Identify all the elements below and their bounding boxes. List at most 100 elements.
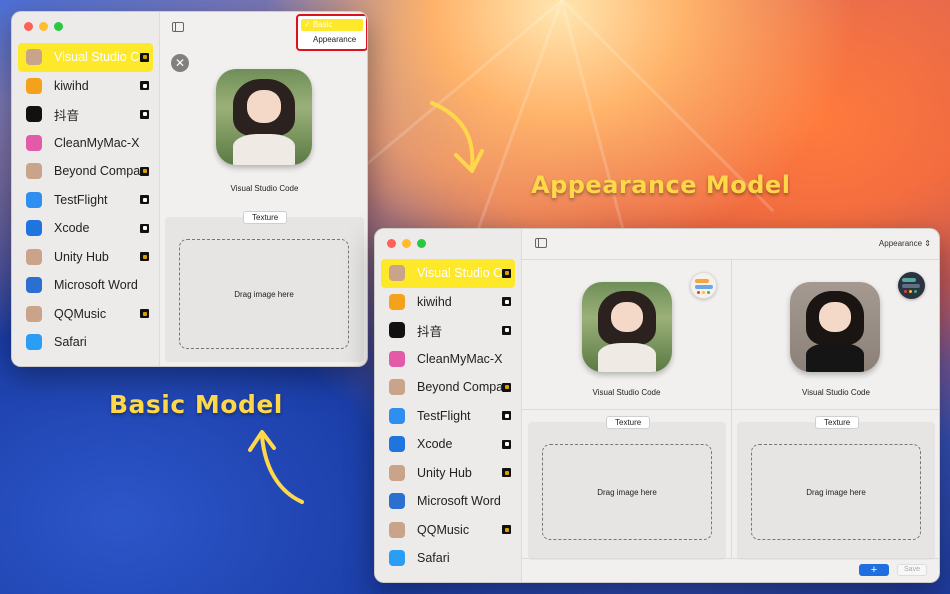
app-list-item[interactable]: Beyond Compare (381, 373, 515, 402)
content-area: Visual Studio Code Visual Studio Code Te… (522, 259, 939, 560)
app-name: TestFlight (417, 408, 471, 423)
drop-zone-text: Drag image here (597, 487, 657, 497)
app-list-item[interactable]: Safari (18, 328, 153, 357)
save-button[interactable]: Save (897, 564, 927, 576)
arrow-line-icon (260, 434, 304, 504)
basic-model-window: Visual Studio Code kiwihd 抖音 CleanMyMac-X Be… (11, 11, 368, 367)
testflight-icon (26, 191, 42, 208)
zoom-window-button[interactable] (54, 22, 63, 31)
light-appearance-icon[interactable] (690, 272, 717, 299)
close-window-button[interactable] (24, 22, 33, 31)
texture-label: Texture (606, 416, 651, 429)
preview-caption-light: Visual Studio Code (592, 388, 661, 397)
minimize-window-button[interactable] (402, 239, 411, 248)
drop-zone-text: Drag image here (806, 487, 866, 497)
app-badge-icon (140, 81, 149, 91)
cleanmymac-icon (389, 350, 405, 367)
avatar-icon (389, 464, 405, 481)
save-button-label: Save (904, 566, 920, 573)
app-name: Unity Hub (54, 249, 109, 264)
app-badge-icon (502, 411, 511, 421)
app-list-item[interactable]: TestFlight (381, 402, 515, 431)
image-drop-zone-light[interactable]: Drag image here (542, 444, 712, 540)
tiktok-icon (26, 106, 42, 123)
avatar-icon (389, 265, 405, 282)
drop-zone-text: Drag image here (234, 289, 294, 299)
avatar-icon (26, 163, 42, 180)
app-list-item[interactable]: Microsoft Word (381, 487, 515, 516)
app-list-item[interactable]: Safari (381, 544, 515, 573)
app-name: QQMusic (54, 306, 107, 321)
app-list-item[interactable]: TestFlight (18, 186, 153, 215)
app-name: QQMusic (417, 522, 470, 537)
app-name: Beyond Compare (54, 164, 144, 179)
row-divider (522, 409, 939, 410)
app-list-item[interactable]: 抖音 (18, 100, 153, 129)
texture-panel-dark: Texture Drag image here (737, 416, 935, 560)
mode-select[interactable]: Appearance ⇕ (879, 236, 931, 251)
tiktok-icon (389, 322, 405, 339)
app-badge-icon (502, 525, 511, 535)
word-icon (389, 493, 405, 510)
texture-panel-light: Texture Drag image here (528, 416, 726, 560)
app-badge-icon (140, 166, 149, 176)
arrow-to-appearance (430, 101, 484, 173)
app-name: Visual Studio Code (417, 266, 507, 281)
basic-model-label: Basic Model (109, 390, 283, 419)
app-list-item[interactable]: Microsoft Word (18, 271, 153, 300)
arrow-head-icon (454, 149, 484, 173)
image-drop-zone[interactable]: Drag image here (179, 239, 349, 349)
app-list-item[interactable]: Unity Hub (381, 459, 515, 488)
app-name: 抖音 (54, 108, 80, 123)
add-button[interactable]: + (859, 564, 889, 576)
image-drop-zone-dark[interactable]: Drag image here (751, 444, 921, 540)
app-list-item[interactable]: Beyond Compare (18, 157, 153, 186)
app-list-item[interactable]: CleanMyMac-X (18, 129, 153, 158)
app-badge-icon (502, 468, 511, 478)
texture-label: Texture (815, 416, 860, 429)
app-list-item[interactable]: QQMusic (18, 300, 153, 329)
app-list-item[interactable]: QQMusic (381, 516, 515, 545)
app-list: Visual Studio Code kiwihd 抖音 CleanMyMac-X Be… (381, 259, 515, 573)
app-list-item[interactable]: CleanMyMac-X (381, 345, 515, 374)
dark-appearance-icon[interactable] (898, 272, 925, 299)
mode-select-value: Appearance (878, 239, 923, 248)
avatar-icon (389, 379, 405, 396)
zoom-window-button[interactable] (417, 239, 426, 248)
app-list-item[interactable]: Xcode (381, 430, 515, 459)
xcode-icon (26, 220, 42, 237)
minimize-window-button[interactable] (39, 22, 48, 31)
app-name: kiwihd (54, 78, 89, 93)
app-list-item[interactable]: Xcode (18, 214, 153, 243)
preview-caption-dark: Visual Studio Code (802, 388, 870, 397)
app-list-item[interactable]: Visual Studio Code (18, 43, 153, 72)
sidebar-toggle-icon[interactable] (535, 238, 547, 248)
app-icon-preview (216, 69, 312, 165)
avatar-icon (26, 248, 42, 265)
app-badge-icon (502, 382, 511, 392)
texture-label: Texture (243, 211, 288, 224)
app-badge-icon (502, 268, 511, 278)
app-name: CleanMyMac-X (54, 135, 140, 150)
chevron-updown-icon: ⇕ (924, 239, 931, 248)
window-controls (387, 239, 426, 248)
sidebar: Visual Studio Code kiwihd 抖音 CleanMyMac-X Be… (375, 229, 522, 582)
mode-menu-item-basic[interactable]: ✓ Basic (301, 19, 363, 31)
sidebar-toggle-icon[interactable] (172, 22, 184, 32)
app-name: kiwihd (417, 294, 452, 309)
app-list-item[interactable]: 抖音 (381, 316, 515, 345)
app-list-item[interactable]: Unity Hub (18, 243, 153, 272)
mode-menu-highlight: ✓ Basic Appearance (296, 14, 367, 51)
window-controls (24, 22, 63, 31)
arrow-to-basic (248, 430, 304, 504)
preview-caption: Visual Studio Code (230, 184, 299, 193)
avatar-icon (26, 49, 42, 66)
app-badge-icon (502, 439, 511, 449)
app-list-item[interactable]: kiwihd (18, 72, 153, 101)
mode-menu-item-appearance[interactable]: Appearance (301, 34, 363, 46)
clear-button[interactable]: ✕ (171, 54, 189, 72)
close-window-button[interactable] (387, 239, 396, 248)
app-list-item[interactable]: Visual Studio Code (381, 259, 515, 288)
app-badge-icon (140, 109, 149, 119)
app-list-item[interactable]: kiwihd (381, 288, 515, 317)
